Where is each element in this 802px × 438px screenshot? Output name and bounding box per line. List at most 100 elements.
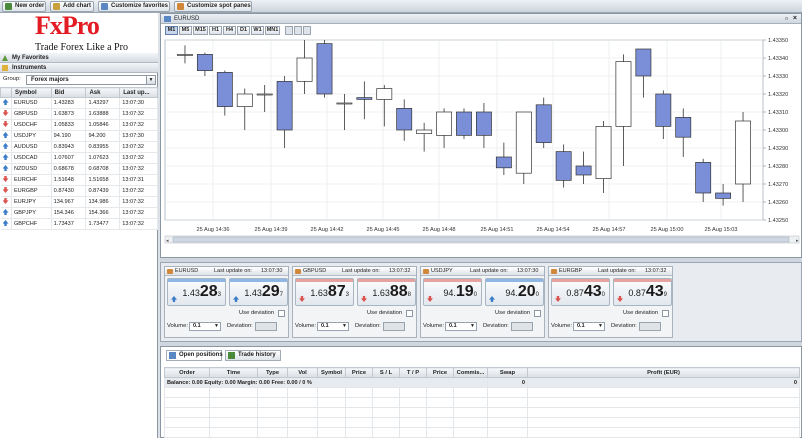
- col-profit[interactable]: Profit (EUR): [527, 367, 800, 378]
- customize-spot-panes-button[interactable]: Customize spot panes: [174, 1, 252, 12]
- volume-input[interactable]: 0.1 ▼: [573, 322, 605, 331]
- chevron-down-icon[interactable]: ▼: [342, 323, 347, 330]
- timeframe-m1[interactable]: M1: [165, 26, 178, 35]
- close-icon[interactable]: ×: [793, 14, 797, 24]
- candle[interactable]: [535, 97, 552, 148]
- customize-favorites-button[interactable]: Customize favorites: [98, 1, 170, 12]
- chevron-down-icon[interactable]: ▼: [470, 323, 475, 330]
- col-order[interactable]: Order: [164, 367, 210, 378]
- bid-price-prefix: 94.: [443, 288, 456, 298]
- arrow-down-icon: [427, 296, 433, 302]
- y-tick-label: 1.43300: [768, 128, 788, 134]
- candlestick-chart[interactable]: 25 Aug 14:36 25 Aug 14:39 25 Aug 14:42 25 A…: [161, 36, 801, 257]
- swap-total: 0: [487, 377, 528, 388]
- timeframe-m5[interactable]: M5: [179, 26, 192, 35]
- col-bid[interactable]: Bid: [50, 87, 87, 98]
- quote-row[interactable]: EURUSD 1.43283 1.43297 13:07:30: [0, 97, 158, 109]
- col-tp[interactable]: T / P: [399, 367, 427, 378]
- balance-row: Balance: 0.00 Equity: 0.00 Margin: 0.00 …: [164, 377, 800, 388]
- quote-time: 13:07:31: [119, 174, 158, 186]
- quote-bid: 0.68678: [51, 163, 87, 175]
- use-deviation-label: Use deviation: [623, 310, 659, 316]
- bid-price-button[interactable]: 0.87430: [551, 278, 610, 306]
- bid-price-button[interactable]: 1.63873: [295, 278, 354, 306]
- col-vol[interactable]: Vol: [287, 367, 318, 378]
- timeframe-mn1[interactable]: MN1: [265, 26, 280, 35]
- zoom-in-icon[interactable]: [294, 26, 302, 35]
- tab-trade-history[interactable]: Trade history: [225, 350, 281, 361]
- bid-color-bar: [552, 279, 609, 282]
- group-select[interactable]: Forex majors ▼: [26, 75, 156, 85]
- timeframe-m15[interactable]: M15: [193, 26, 208, 35]
- quote-row[interactable]: GBPJPY 154.346 154.366 13:07:32: [0, 207, 158, 219]
- candle-body-down: [715, 192, 732, 199]
- favorites-header[interactable]: My Favorites: [0, 53, 158, 63]
- quote-row[interactable]: USDCAD 1.07607 1.07623 13:07:32: [0, 152, 158, 164]
- col-ask[interactable]: Ask: [85, 87, 121, 98]
- bid-price-prefix: 0.87: [566, 288, 584, 298]
- tab-open-positions[interactable]: Open positions: [166, 350, 223, 361]
- quote-row[interactable]: GBPCHF 1.73437 1.73477 13:07:32: [0, 218, 158, 230]
- deviation-input[interactable]: [639, 322, 661, 331]
- candle[interactable]: [316, 40, 333, 98]
- timeframe-h1[interactable]: H1: [209, 26, 222, 35]
- timeframe-h4[interactable]: H4: [223, 26, 236, 35]
- minimize-icon[interactable]: ▫: [785, 14, 788, 24]
- spot-pane-usdjpy: USDJPY Last update on: 13:07:30 94.190 94.20…: [420, 266, 545, 338]
- quote-row[interactable]: AUDUSD 0.83943 0.83955 13:07:32: [0, 141, 158, 153]
- use-deviation-checkbox[interactable]: [534, 310, 541, 317]
- y-tick-label: 1.43260: [768, 200, 788, 206]
- deviation-input[interactable]: [383, 322, 405, 331]
- volume-input[interactable]: 0.1 ▼: [189, 322, 221, 331]
- chart-type-icon[interactable]: [285, 26, 293, 35]
- deviation-input[interactable]: [255, 322, 277, 331]
- quote-row[interactable]: USDCHF 1.05833 1.05846 13:07:32: [0, 119, 158, 131]
- quote-row[interactable]: USDJPY 94.190 94.200 13:07:30: [0, 130, 158, 142]
- volume-input[interactable]: 0.1 ▼: [445, 322, 477, 331]
- pair-flag-icon: [551, 269, 557, 274]
- col-swap[interactable]: Swap: [487, 367, 528, 378]
- col-last-update[interactable]: Last up...: [119, 87, 158, 98]
- col-price[interactable]: Price: [345, 367, 373, 378]
- chart-icon: [164, 16, 171, 22]
- ask-price-button[interactable]: 1.43297: [229, 278, 288, 306]
- chevron-down-icon[interactable]: ▼: [214, 323, 219, 330]
- col-time[interactable]: Time: [209, 367, 258, 378]
- candle[interactable]: [456, 108, 472, 139]
- quote-row[interactable]: NZDUSD 0.68678 0.68708 13:07:32: [0, 163, 158, 175]
- workspace: EURUSD ▫ × M1 M5 M15 H1 H4 D1 W1 MN1 25 Aug 14:…: [160, 13, 802, 438]
- col-symbol[interactable]: Symbol: [317, 367, 346, 378]
- use-deviation-checkbox[interactable]: [406, 310, 413, 317]
- quote-bid: 1.73437: [51, 218, 87, 230]
- quote-ask: 134.986: [85, 196, 121, 208]
- instruments-header[interactable]: Instruments: [0, 63, 158, 73]
- deviation-label: Deviation:: [227, 323, 253, 329]
- candle-body-down: [196, 54, 213, 71]
- candle-body-up: [236, 93, 253, 107]
- timeframe-w1[interactable]: W1: [251, 26, 264, 35]
- col-type[interactable]: Type: [257, 367, 288, 378]
- ask-price-button[interactable]: 94.200: [485, 278, 544, 306]
- chart-scrollbar-thumb[interactable]: [172, 236, 790, 243]
- use-deviation-checkbox[interactable]: [662, 310, 669, 317]
- candle[interactable]: [515, 111, 532, 184]
- quote-row[interactable]: GBPUSD 1.63873 1.63888 13:07:32: [0, 108, 158, 120]
- col-commission[interactable]: Commis...: [453, 367, 488, 378]
- ask-price-button[interactable]: 1.63888: [357, 278, 416, 306]
- zoom-out-icon[interactable]: [303, 26, 311, 35]
- timeframe-d1[interactable]: D1: [237, 26, 250, 35]
- ask-price-button[interactable]: 0.87439: [613, 278, 672, 306]
- quote-symbol: GBPUSD: [11, 108, 52, 120]
- volume-input[interactable]: 0.1 ▼: [317, 322, 349, 331]
- col-price-current[interactable]: Price: [426, 367, 454, 378]
- use-deviation-checkbox[interactable]: [278, 310, 285, 317]
- bid-price-button[interactable]: 1.43283: [167, 278, 226, 306]
- chevron-down-icon[interactable]: ▼: [598, 323, 603, 330]
- col-symbol[interactable]: Symbol: [10, 87, 52, 98]
- quote-row[interactable]: EURGBP 0.87430 0.87439 13:07:32: [0, 185, 158, 197]
- quote-row[interactable]: EURCHF 1.51648 1.51658 13:07:31: [0, 174, 158, 186]
- quote-row[interactable]: EURJPY 134.967 134.986 13:07:32: [0, 196, 158, 208]
- col-sl[interactable]: S / L: [372, 367, 400, 378]
- bid-price-button[interactable]: 94.190: [423, 278, 482, 306]
- deviation-input[interactable]: [511, 322, 533, 331]
